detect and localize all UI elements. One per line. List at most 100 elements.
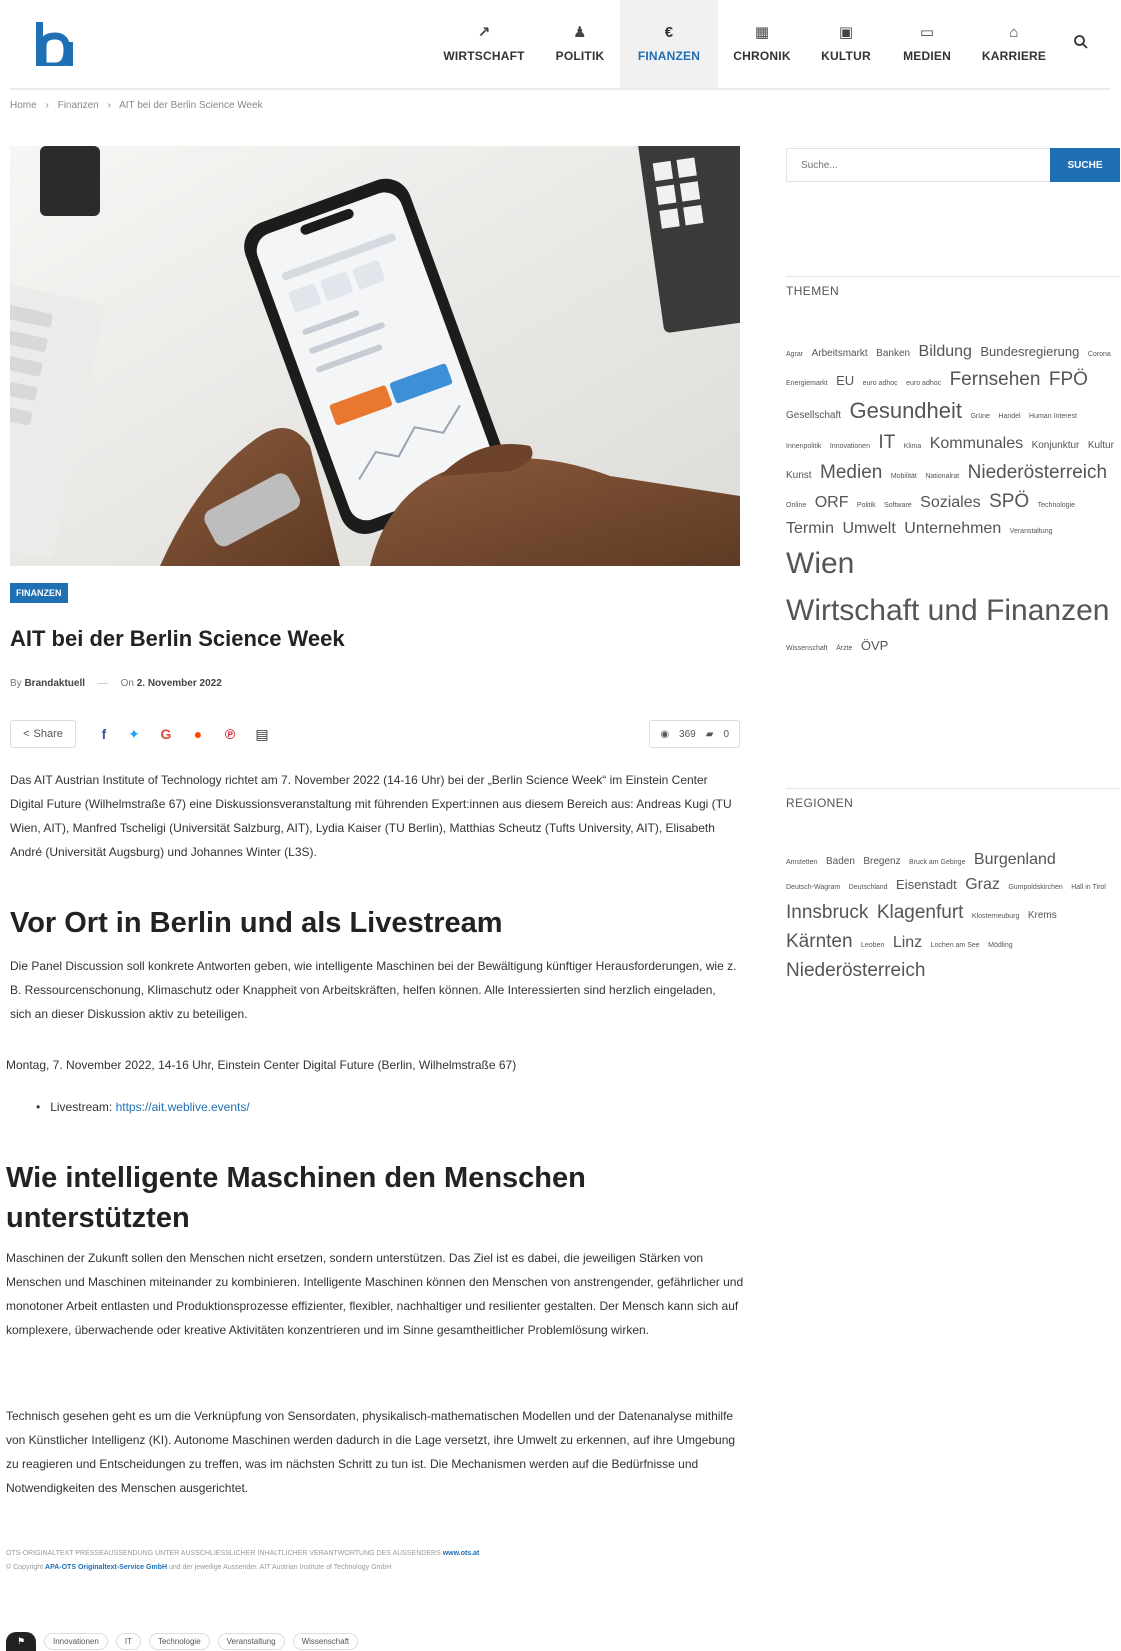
cloud-tag[interactable]: IT [878, 432, 895, 453]
ots-link[interactable]: www.ots.at [443, 1550, 480, 1557]
cloud-tag[interactable]: Amstetten [786, 859, 818, 866]
cloud-tag[interactable]: Ärzte [836, 645, 852, 652]
cloud-tag[interactable]: Wirtschaft und Finanzen [786, 594, 1109, 627]
cloud-tag[interactable]: Veranstaltung [1010, 528, 1053, 535]
cloud-tag[interactable]: Krems [1028, 910, 1057, 921]
breadcrumb-finanzen[interactable]: Finanzen [58, 100, 99, 111]
cloud-tag[interactable]: Kommunales [930, 435, 1023, 452]
cloud-tag[interactable]: Eisenstadt [896, 877, 957, 892]
comments-count[interactable]: 0 [723, 729, 729, 740]
google-icon[interactable]: G [156, 724, 176, 744]
cloud-tag[interactable]: Corona [1088, 351, 1111, 358]
cloud-tag[interactable]: Lochen am See [931, 942, 980, 949]
cloud-tag[interactable]: EU [836, 373, 854, 388]
cloud-tag[interactable]: Gumpoldskirchen [1008, 884, 1062, 891]
tag-item[interactable]: Technologie [148, 1633, 210, 1650]
copyright-link[interactable]: APA-OTS Originaltext-Service GmbH [45, 1564, 167, 1571]
share-button[interactable]: < Share [10, 720, 76, 748]
cloud-tag[interactable]: Online [786, 502, 806, 509]
nav-politik[interactable]: ♟ POLITIK [540, 0, 620, 88]
cloud-tag[interactable]: Leoben [861, 942, 884, 949]
tag-item[interactable]: IT [115, 1633, 141, 1650]
cloud-tag[interactable]: Burgenland [974, 851, 1056, 868]
cloud-tag[interactable]: Gesundheit [849, 398, 962, 423]
cloud-tag[interactable]: Kärnten [786, 931, 853, 952]
print-icon[interactable]: ▤ [252, 724, 272, 744]
cloud-tag[interactable]: FPÖ [1049, 369, 1088, 390]
cloud-tag[interactable]: Energiemarkt [786, 380, 828, 387]
author-link[interactable]: Brandaktuell [24, 678, 85, 689]
cloud-tag[interactable]: Innsbruck [786, 902, 868, 923]
cloud-tag[interactable]: Technologie [1038, 502, 1075, 509]
tag-item[interactable]: Veranstaltung [217, 1633, 285, 1650]
cloud-tag[interactable]: Nationalrat [925, 473, 959, 480]
livestream-link[interactable]: https://ait.weblive.events/ [116, 1100, 250, 1114]
cloud-tag[interactable]: Kunst [786, 470, 812, 481]
cloud-tag[interactable]: SPÖ [989, 491, 1029, 512]
cloud-tag[interactable]: Klagenfurt [877, 902, 964, 923]
cloud-tag[interactable]: Klima [904, 443, 922, 450]
article-meta: By Brandaktuell — On 2. November 2022 [10, 678, 222, 689]
search-input[interactable] [786, 148, 1052, 182]
site-logo[interactable] [36, 22, 74, 66]
cloud-tag[interactable]: Umwelt [842, 520, 895, 537]
tag-item[interactable]: Innovationen [44, 1633, 108, 1650]
cloud-tag[interactable]: Linz [893, 934, 922, 951]
cloud-tag[interactable]: Soziales [920, 494, 980, 511]
cloud-tag[interactable]: Konjunktur [1032, 440, 1080, 451]
cloud-tag[interactable]: ÖVP [861, 638, 888, 653]
cloud-tag[interactable]: Unternehmen [904, 520, 1001, 537]
cloud-tag[interactable]: Fernsehen [950, 369, 1041, 390]
cloud-tag[interactable]: Hall in Tirol [1071, 884, 1106, 891]
cloud-tag[interactable]: Deutsch-Wagram [786, 884, 840, 891]
cloud-tag[interactable]: Arbeitsmarkt [812, 348, 868, 359]
hero-image [10, 146, 740, 566]
breadcrumb-home[interactable]: Home [10, 100, 37, 111]
cloud-tag[interactable]: Bruck am Gebirge [909, 859, 965, 866]
nav-medien[interactable]: ▭ MEDIEN [886, 0, 968, 88]
cloud-tag[interactable]: Grüne [970, 413, 989, 420]
nav-chronik[interactable]: ▦ CHRONIK [718, 0, 806, 88]
cloud-tag[interactable]: Niederösterreich [968, 462, 1107, 483]
cloud-tag[interactable]: Wien [786, 547, 854, 580]
cloud-tag[interactable]: Bregenz [863, 856, 900, 867]
cloud-tag[interactable]: Innovationen [830, 443, 870, 450]
tag-item[interactable]: Wissenschaft [292, 1633, 359, 1650]
cloud-tag[interactable]: Bildung [919, 343, 972, 360]
reddit-icon[interactable]: ● [188, 724, 208, 744]
cloud-tag[interactable]: Niederösterreich [786, 960, 925, 981]
cloud-tag[interactable]: Medien [820, 462, 882, 483]
cloud-tag[interactable]: Wissenschaft [786, 645, 828, 652]
cloud-tag[interactable]: Mödling [988, 942, 1013, 949]
category-badge[interactable]: FINANZEN [10, 583, 68, 603]
nav-karriere[interactable]: ⌂ KARRIERE [968, 0, 1060, 88]
cloud-tag[interactable]: ORF [815, 494, 849, 511]
facebook-icon[interactable]: f [94, 724, 114, 744]
cloud-tag[interactable]: Politik [857, 502, 876, 509]
breadcrumb-current: AIT bei der Berlin Science Week [119, 100, 263, 111]
nav-finanzen[interactable]: € FINANZEN [620, 0, 718, 88]
cloud-tag[interactable]: Handel [998, 413, 1020, 420]
cloud-tag[interactable]: Deutschland [849, 884, 888, 891]
cloud-tag[interactable]: Mobilität [891, 473, 917, 480]
cloud-tag[interactable]: euro adhoc [863, 380, 898, 387]
cloud-tag[interactable]: Graz [965, 876, 1000, 893]
cloud-tag[interactable]: euro adhoc [906, 380, 941, 387]
cloud-tag[interactable]: Baden [826, 856, 855, 867]
cloud-tag[interactable]: Klosterneuburg [972, 913, 1019, 920]
twitter-icon[interactable]: ✦ [124, 724, 144, 744]
cloud-tag[interactable]: Termin [786, 520, 834, 537]
cloud-tag[interactable]: Banken [876, 348, 910, 359]
cloud-tag[interactable]: Agrar [786, 351, 803, 358]
search-icon[interactable] [1073, 34, 1089, 50]
cloud-tag[interactable]: Innenpolitik [786, 443, 821, 450]
pinterest-icon[interactable]: ℗ [220, 724, 240, 744]
cloud-tag[interactable]: Bundesregierung [980, 344, 1079, 359]
cloud-tag[interactable]: Human Interest [1029, 413, 1077, 420]
nav-kultur[interactable]: ▣ KULTUR [806, 0, 886, 88]
nav-wirtschaft[interactable]: ↗ WIRTSCHAFT [428, 0, 540, 88]
cloud-tag[interactable]: Gesellschaft [786, 410, 841, 421]
search-button[interactable]: SUCHE [1050, 148, 1120, 182]
cloud-tag[interactable]: Kultur [1088, 440, 1114, 451]
cloud-tag[interactable]: Software [884, 502, 912, 509]
